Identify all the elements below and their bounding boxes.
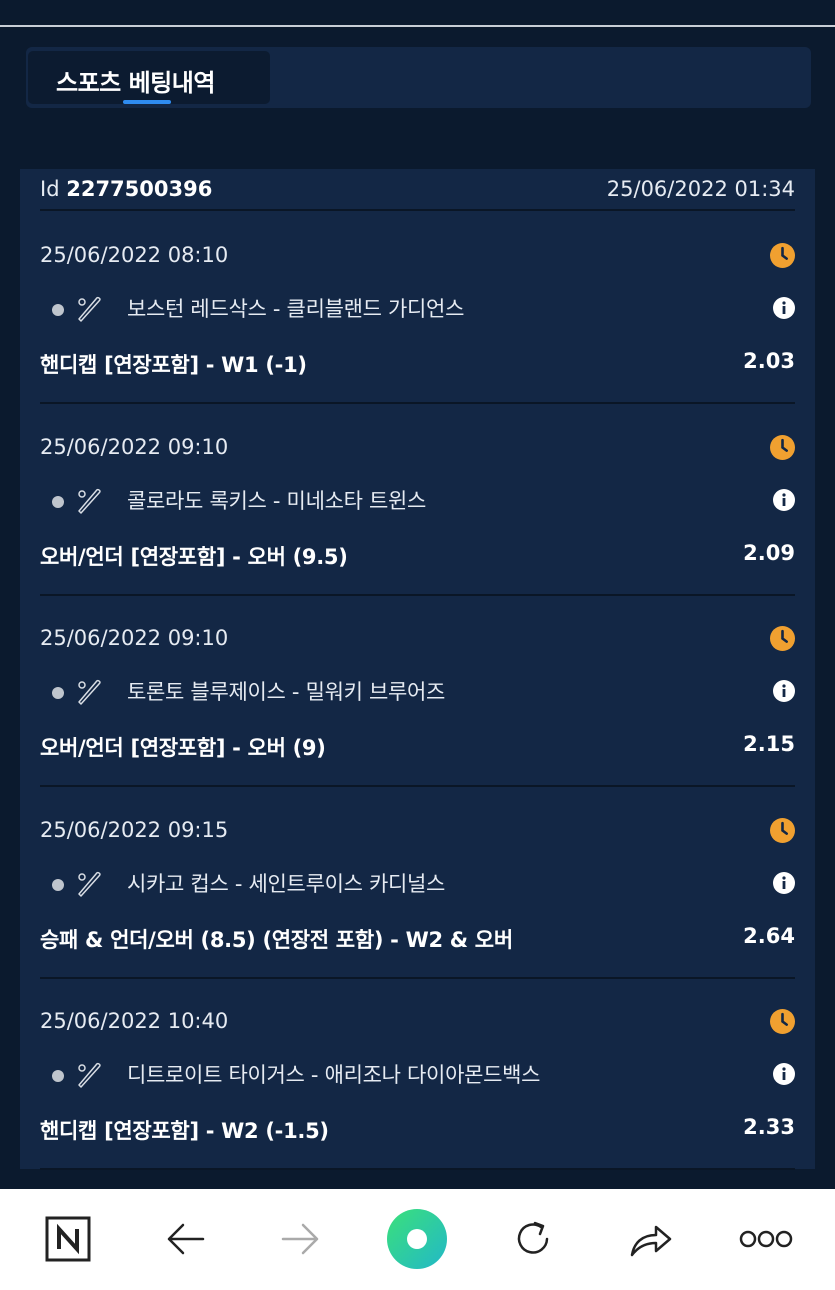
tab-label: 스포츠 베팅내역 xyxy=(56,69,215,97)
bet-market: 핸디캡 [연장포함] - W2 (-1.5) xyxy=(40,1119,329,1143)
bet-market: 핸디캡 [연장포함] - W1 (-1) xyxy=(40,353,307,377)
browser-bottom-bar xyxy=(0,1189,835,1290)
info-icon[interactable] xyxy=(773,680,795,702)
status-dot xyxy=(52,687,64,699)
ticket-created-at: 25/06/2022 01:34 xyxy=(606,177,795,201)
bet-odds: 2.64 xyxy=(743,923,795,948)
bet-date: 25/06/2022 09:15 xyxy=(40,817,229,842)
status-dot xyxy=(52,304,64,316)
tab-bar: 스포츠 베팅내역 xyxy=(26,47,811,108)
bet-odds: 2.03 xyxy=(743,349,795,373)
bet-ticket-panel: Id 2277500396 25/06/2022 01:34 25/06/202… xyxy=(20,169,815,1170)
bet-date: 25/06/2022 09:10 xyxy=(40,434,229,459)
baseball-icon xyxy=(75,487,103,515)
bet-market: 오버/언더 [연장포함] - 오버 (9) xyxy=(40,736,326,760)
clock-icon xyxy=(770,817,795,843)
match-name: 토론토 블루제이스 - 밀워키 브루어즈 xyxy=(127,680,446,704)
ticket-id-value: 2277500396 xyxy=(66,177,213,201)
baseball-icon xyxy=(75,295,103,323)
more-icon[interactable] xyxy=(738,1211,794,1267)
info-icon[interactable] xyxy=(773,297,795,319)
match-row: 콜로라도 록키스 - 미네소타 트윈스 xyxy=(40,485,795,515)
bet-odds: 2.33 xyxy=(743,1115,795,1139)
baseball-icon xyxy=(75,870,103,898)
match-name: 콜로라도 록키스 - 미네소타 트윈스 xyxy=(127,488,427,513)
refresh-icon[interactable] xyxy=(505,1211,561,1267)
bet-date: 25/06/2022 10:40 xyxy=(40,1009,229,1033)
back-arrow-icon[interactable] xyxy=(157,1211,213,1267)
status-dot xyxy=(52,495,64,508)
clock-icon xyxy=(770,434,795,460)
clock-icon xyxy=(770,626,795,651)
status-dot xyxy=(52,878,64,891)
bet-date: 25/06/2022 09:10 xyxy=(40,626,229,650)
info-icon[interactable] xyxy=(773,488,795,511)
bet-item: 25/06/2022 10:40 디트로이트 타이거스 - 애리조나 다이아몬드백… xyxy=(40,979,795,1170)
match-name: 보스턴 레드삭스 - 클리블랜드 가디언스 xyxy=(127,297,465,321)
bet-market: 오버/언더 [연장포함] - 오버 (9.5) xyxy=(40,544,348,569)
match-name: 시카고 컵스 - 세인트루이스 카디널스 xyxy=(127,871,446,896)
info-icon[interactable] xyxy=(773,1063,795,1085)
bet-item: 25/06/2022 08:10 보스턴 레드삭스 - 클리블랜드 가디언스핸디캡… xyxy=(40,213,795,404)
clock-icon xyxy=(770,1009,795,1034)
forward-arrow-icon[interactable] xyxy=(273,1211,329,1267)
share-icon[interactable] xyxy=(622,1211,678,1267)
bet-odds: 2.09 xyxy=(743,540,795,565)
clock-icon xyxy=(770,243,795,268)
bet-date: 25/06/2022 08:10 xyxy=(40,243,229,267)
baseball-icon xyxy=(75,678,103,706)
bet-market: 승패 & 언더/오버 (8.5) (연장전 포함) - W2 & 오버 xyxy=(40,927,513,952)
green-dot-icon[interactable] xyxy=(386,1208,448,1270)
match-row: 토론토 블루제이스 - 밀워키 브루어즈 xyxy=(40,676,795,706)
bet-odds: 2.15 xyxy=(743,732,795,756)
tab-active-indicator xyxy=(123,100,171,104)
ticket-header: Id 2277500396 25/06/2022 01:34 xyxy=(40,169,795,211)
info-icon[interactable] xyxy=(773,871,795,894)
status-dot xyxy=(52,1070,64,1082)
match-row: 보스턴 레드삭스 - 클리블랜드 가디언스 xyxy=(40,293,795,323)
bet-item: 25/06/2022 09:15 시카고 컵스 - 세인트루이스 카디널스승패 &… xyxy=(40,788,795,979)
tab-sports-bet-history[interactable]: 스포츠 베팅내역 xyxy=(28,51,270,104)
baseball-icon xyxy=(75,1061,103,1089)
naver-home-icon[interactable] xyxy=(40,1211,96,1267)
match-row: 디트로이트 타이거스 - 애리조나 다이아몬드백스 xyxy=(40,1059,795,1089)
ticket-id-label: Id xyxy=(40,177,60,201)
top-divider xyxy=(0,25,835,27)
bet-item: 25/06/2022 09:10 토론토 블루제이스 - 밀워키 브루어즈오버/언… xyxy=(40,596,795,787)
match-row: 시카고 컵스 - 세인트루이스 카디널스 xyxy=(40,868,795,898)
bet-item: 25/06/2022 09:10 콜로라도 록키스 - 미네소타 트윈스오버/언더… xyxy=(40,405,795,596)
match-name: 디트로이트 타이거스 - 애리조나 다이아몬드백스 xyxy=(127,1063,541,1087)
